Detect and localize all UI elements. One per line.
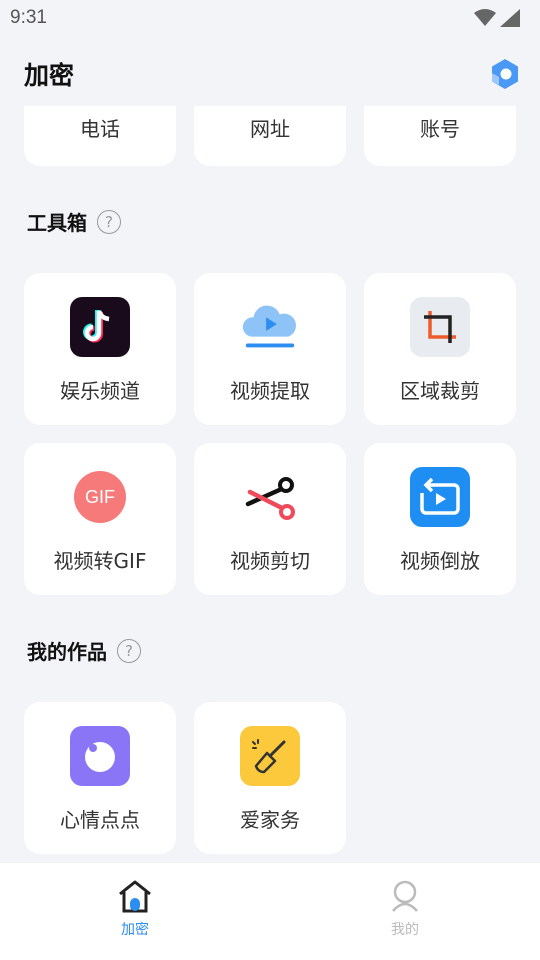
section-my-works: 我的作品 ? [27,636,141,665]
help-icon[interactable]: ? [117,638,141,663]
card-label: 心情点点 [60,808,140,832]
card-label: 娱乐频道 [60,379,140,403]
signal-icon [500,9,520,27]
status-icons [474,9,520,27]
tool-video-to-gif[interactable]: GIF 视频转GIF [24,443,176,595]
profile-icon [392,880,418,912]
work-housework[interactable]: 爱家务 [194,702,346,854]
cloud-play-icon [240,297,300,357]
card-label: 视频提取 [230,379,310,403]
gif-icon-text: GIF [85,486,115,507]
wifi-icon [474,9,496,26]
card-label: 电话 [80,116,120,141]
help-icon[interactable]: ? [97,209,121,234]
section-title: 我的作品 [27,640,107,664]
tool-video-extract[interactable]: 视频提取 [194,273,346,425]
status-bar: 9:31 [0,0,540,36]
card-label: 账号 [420,116,460,141]
nav-label: 我的 [391,922,419,938]
card-label: 视频倒放 [400,549,480,573]
card-label: 视频剪切 [230,549,310,573]
work-mood[interactable]: 心情点点 [24,702,176,854]
status-time: 9:31 [10,7,47,28]
mood-icon [70,726,130,786]
home-lock-icon [119,880,151,913]
nav-item-encrypt[interactable]: 加密 [0,863,270,960]
section-title: 工具箱 [27,211,87,235]
nav-label: 加密 [121,922,149,938]
card-label: 视频转GIF [53,549,147,573]
nav-item-mine[interactable]: 我的 [270,863,540,960]
app-header: 加密 [0,42,540,106]
card-label: 爱家务 [240,808,300,832]
tool-video-reverse[interactable]: 视频倒放 [364,443,516,595]
card-label: 区域裁剪 [400,379,480,403]
card-phone[interactable]: 电话 [24,106,176,166]
page-title: 加密 [24,61,75,90]
scissors-icon [240,467,300,527]
card-label: 网址 [250,116,290,141]
gif-icon: GIF [74,471,126,523]
tool-video-cut[interactable]: 视频剪切 [194,443,346,595]
section-toolbox: 工具箱 ? [27,207,121,236]
card-url[interactable]: 网址 [194,106,346,166]
crop-icon [410,297,470,357]
tool-crop[interactable]: 区域裁剪 [364,273,516,425]
tiktok-icon [70,297,130,357]
bottom-nav: 加密 我的 [0,863,540,960]
reverse-play-icon [410,467,470,527]
app-logo-icon[interactable] [488,57,522,91]
broom-icon [240,726,300,786]
tool-entertainment[interactable]: 娱乐频道 [24,273,176,425]
card-account[interactable]: 账号 [364,106,516,166]
